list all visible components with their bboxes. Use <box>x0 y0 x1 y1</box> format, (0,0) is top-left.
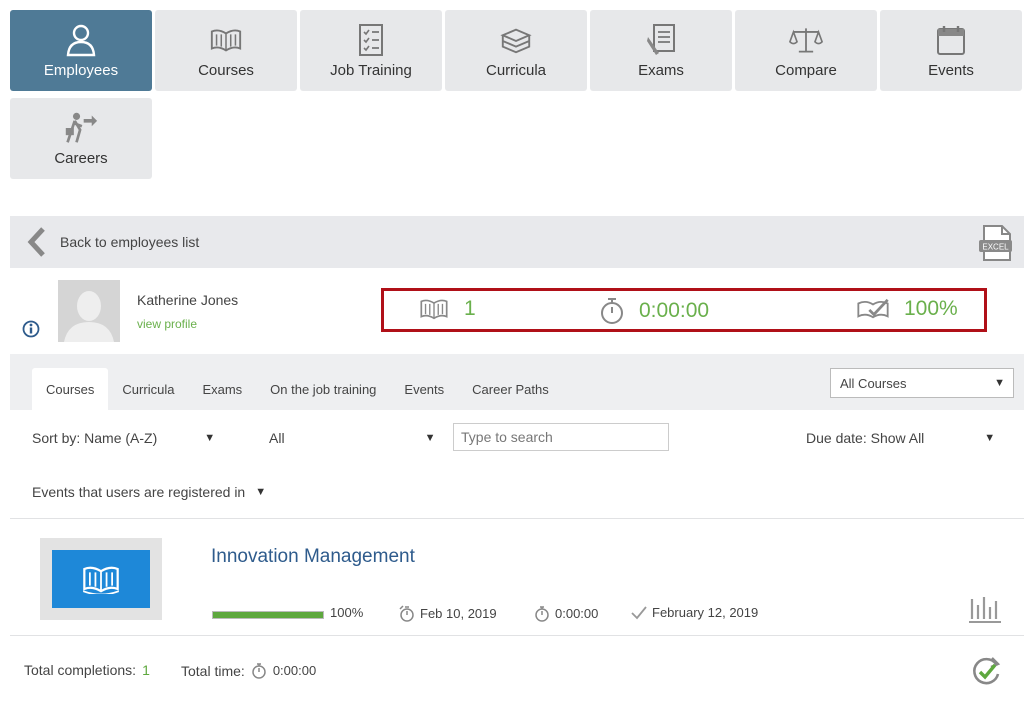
chevron-left-icon[interactable] <box>26 227 48 257</box>
tab-curricula[interactable]: Curricula <box>108 368 188 410</box>
tab-courses[interactable]: Courses <box>32 368 109 410</box>
search-input[interactable] <box>453 423 669 451</box>
refresh-check-icon[interactable] <box>970 654 1002 688</box>
dropdown-arrow-icon: ▼ <box>424 432 436 444</box>
stat-courses-value: 1 <box>464 297 476 320</box>
nav-tile-careers[interactable]: Careers <box>10 98 152 179</box>
course-progress-bar <box>212 611 324 619</box>
course-time: 0:00:00 <box>534 605 598 622</box>
dropdown-arrow-icon: ▼ <box>204 432 216 444</box>
info-icon[interactable] <box>22 320 40 338</box>
tab-bar: Courses Curricula Exams On the job train… <box>32 368 563 410</box>
tab-on-the-job-training[interactable]: On the job training <box>256 368 390 410</box>
excel-export-icon[interactable]: EXCEL <box>978 224 1014 262</box>
course-start-date: Feb 10, 2019 <box>399 605 497 622</box>
nav-tile-compare[interactable]: Compare <box>735 10 877 91</box>
events-filter-dropdown[interactable]: Events that users are registered in ▼ <box>32 484 266 500</box>
nav-tile-job-training[interactable]: Job Training <box>300 10 442 91</box>
dropdown-arrow-icon: ▼ <box>984 432 996 444</box>
course-title-link[interactable]: Innovation Management <box>211 546 415 568</box>
stopwatch-icon <box>535 606 549 622</box>
stat-time: 0:00:00 <box>599 297 709 325</box>
tab-career-paths[interactable]: Career Paths <box>458 368 563 410</box>
open-book-icon <box>82 566 120 594</box>
dropdown-arrow-icon: ▼ <box>994 377 1005 389</box>
course-thumbnail[interactable] <box>40 538 162 620</box>
scales-icon <box>789 23 823 57</box>
book-check-icon <box>857 298 889 319</box>
course-time-value: 0:00:00 <box>555 606 599 621</box>
nav-tile-label: Employees <box>43 62 119 79</box>
stat-completion: 100% <box>856 297 958 321</box>
tab-events[interactable]: Events <box>390 368 458 410</box>
career-walker-icon <box>64 111 98 145</box>
total-completions: Total completions: 1 <box>24 662 150 678</box>
nav-tile-label: Courses <box>198 62 254 79</box>
status-dropdown[interactable]: All ▼ <box>269 430 435 446</box>
events-filter-value: Events that users are registered in <box>32 484 246 500</box>
back-to-employees-link[interactable]: Back to employees list <box>60 234 199 250</box>
nav-tile-label: Events <box>928 62 974 79</box>
view-profile-link[interactable]: view profile <box>137 317 197 331</box>
nav-tile-courses[interactable]: Courses <box>155 10 297 91</box>
course-scope-select[interactable]: All Courses ▼ <box>830 368 1014 398</box>
course-scope-value: All Courses <box>840 375 907 391</box>
status-dropdown-value: All <box>269 430 285 446</box>
back-bar: Back to employees list EXCEL <box>10 216 1024 268</box>
sort-dropdown-value: Sort by: Name (A-Z) <box>32 430 158 446</box>
nav-tile-label: Curricula <box>485 62 546 79</box>
open-book-icon <box>420 299 448 320</box>
filters-panel: Sort by: Name (A-Z) ▼ All ▼ Due date: Sh… <box>10 410 1024 518</box>
total-time-value: 0:00:00 <box>272 663 317 678</box>
avatar <box>58 280 120 342</box>
nav-tile-employees[interactable]: Employees <box>10 10 152 91</box>
progress-percent: 100% <box>330 605 364 620</box>
checklist-icon <box>354 23 388 57</box>
nav-tile-curricula[interactable]: Curricula <box>445 10 587 91</box>
employee-name: Katherine Jones <box>137 292 239 308</box>
course-progress-fill <box>213 612 323 618</box>
due-date-dropdown[interactable]: Due date: Show All ▼ <box>806 430 995 446</box>
start-date-value: Feb 10, 2019 <box>420 606 497 621</box>
stat-courses: 1 <box>418 297 476 321</box>
completion-summary: Total completions: 1 Total time: 0:00:00 <box>10 636 1024 704</box>
tab-exams[interactable]: Exams <box>188 368 256 410</box>
book-stack-icon <box>499 23 533 57</box>
exam-paper-icon <box>644 23 678 57</box>
checkmark-icon <box>631 605 647 619</box>
employee-stats-highlight: 1 0:00:00 100% <box>381 288 987 332</box>
sort-dropdown[interactable]: Sort by: Name (A-Z) ▼ <box>32 430 215 446</box>
total-time: Total time: 0:00:00 <box>181 662 316 679</box>
course-item: Innovation Management 100% Feb 10, 2019 … <box>10 518 1024 636</box>
nav-tile-label: Job Training <box>330 62 412 79</box>
total-time-label: Total time: <box>181 662 245 679</box>
total-completions-value: 1 <box>142 662 150 678</box>
employee-profile-row: Katherine Jones view profile 1 0:00:00 1… <box>10 268 1024 354</box>
nav-tile-label: Exams <box>638 62 684 79</box>
course-progress-label: 100% <box>330 605 363 620</box>
stopwatch-icon <box>601 298 623 324</box>
start-timer-icon <box>399 605 414 622</box>
due-date-dropdown-value: Due date: Show All <box>806 430 925 446</box>
excel-icon-label: EXCEL <box>982 243 1009 252</box>
completed-date-value: February 12, 2019 <box>652 605 759 620</box>
nav-tile-label: Careers <box>54 150 108 167</box>
nav-tile-label: Compare <box>775 62 837 79</box>
nav-tile-exams[interactable]: Exams <box>590 10 732 91</box>
calendar-icon <box>934 23 968 57</box>
open-book-icon <box>209 23 243 57</box>
course-completed-date: February 12, 2019 <box>631 605 758 620</box>
course-filters-area: Courses Curricula Exams On the job train… <box>10 354 1024 518</box>
stat-completion-value: 100% <box>904 297 958 320</box>
stat-time-value: 0:00:00 <box>639 299 710 322</box>
total-completions-label: Total completions: <box>24 662 137 678</box>
bar-chart-icon[interactable] <box>968 595 1002 625</box>
dropdown-arrow-icon: ▼ <box>255 486 267 498</box>
course-thumbnail-image <box>52 550 150 608</box>
stopwatch-icon <box>252 663 266 679</box>
person-icon <box>64 23 98 57</box>
nav-tile-events[interactable]: Events <box>880 10 1022 91</box>
